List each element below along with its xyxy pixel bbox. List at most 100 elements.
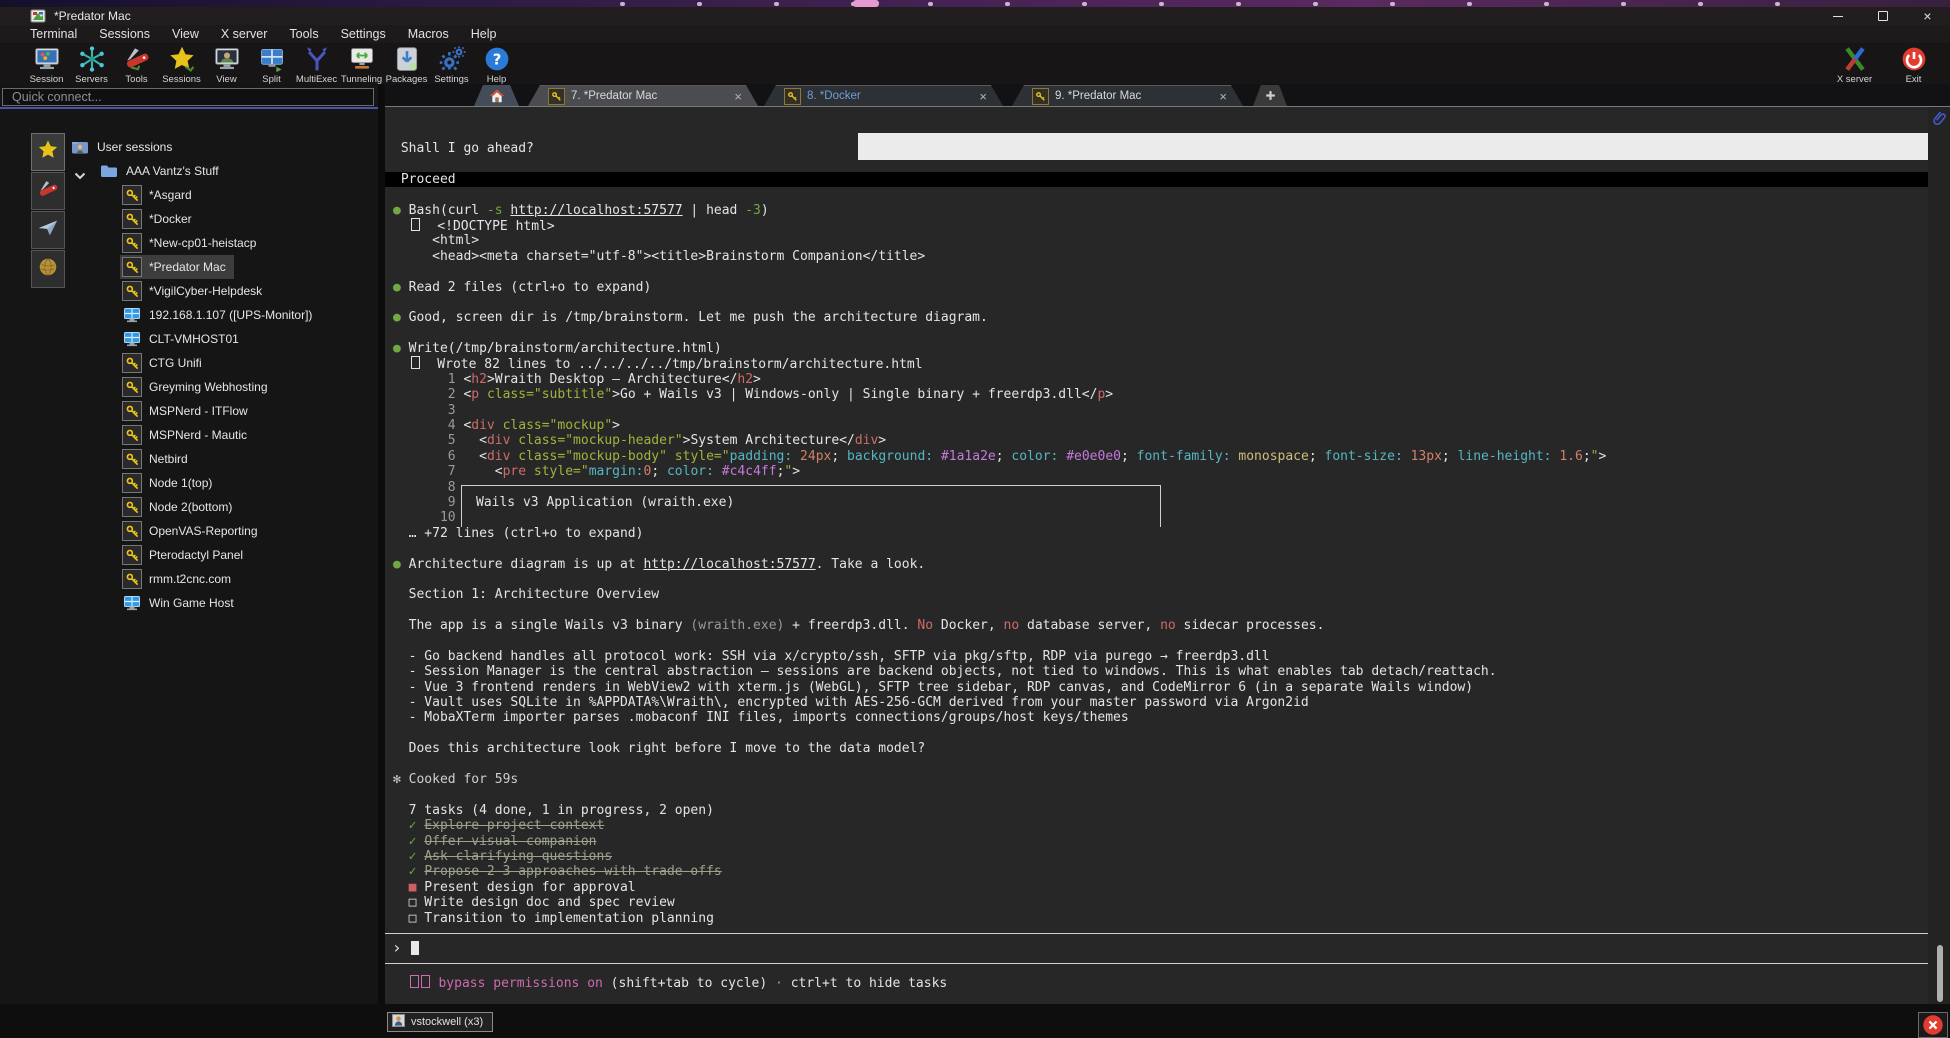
session-label: *Predator Mac (149, 260, 226, 274)
session-item-greyming-webhosting[interactable]: Greyming Webhosting (120, 375, 276, 399)
help-question-icon: ? (483, 44, 511, 73)
taskbar-active-item (853, 0, 879, 7)
session-item-new-cp01-heistacp[interactable]: *New-cp01-heistacp (120, 231, 264, 255)
maximize-button[interactable] (1860, 7, 1905, 25)
session-label: Pterodactyl Panel (149, 548, 243, 562)
menu-macros[interactable]: Macros (408, 27, 449, 41)
menu-help[interactable]: Help (471, 27, 497, 41)
tab-7-predator-mac[interactable]: 7. *Predator Mac× (528, 85, 758, 106)
taskbar-dot (1775, 2, 1780, 6)
session-item-ctg-unifi[interactable]: CTG Unifi (120, 351, 210, 375)
tab-close-icon[interactable]: × (1219, 90, 1227, 103)
session-item-predator-mac[interactable]: *Predator Mac (120, 255, 234, 279)
toolbar-session-button[interactable]: Session (24, 44, 69, 85)
session-label: Greyming Webhosting (149, 380, 268, 394)
session-item-user-sessions[interactable]: User sessions (68, 135, 180, 159)
toolbar-x-server-button[interactable]: X server (1832, 44, 1877, 85)
terminal-line (385, 726, 1928, 741)
tab-9-predator-mac[interactable]: 9. *Predator Mac× (1012, 85, 1243, 106)
session-label: rmm.t2cnc.com (149, 572, 231, 586)
toolbar: SessionServersToolsSessionsViewSplitMult… (0, 43, 1950, 84)
toolbar-view-button[interactable]: View (204, 44, 249, 85)
paperclip-icon[interactable] (1929, 109, 1949, 133)
close-button[interactable]: × (1905, 7, 1950, 25)
tab-close-icon[interactable]: × (734, 90, 742, 103)
toolbar-sessions-button[interactable]: Sessions (159, 44, 204, 85)
session-item-rmm-t2cnc-com[interactable]: rmm.t2cnc.com (120, 567, 239, 591)
settings-gears-icon (438, 44, 466, 73)
menu-view[interactable]: View (172, 27, 199, 41)
session-item-node-2-bottom[interactable]: Node 2(bottom) (120, 495, 240, 519)
terminal-line (385, 326, 1928, 341)
tab-home[interactable] (474, 85, 519, 106)
terminal-line: 1 <h2>Wraith Desktop — Architecture</h2> (385, 372, 1928, 387)
terminal-line: □ Write design doc and spec review (385, 895, 1928, 910)
menu-settings[interactable]: Settings (341, 27, 386, 41)
menu-sessions[interactable]: Sessions (99, 27, 150, 41)
servers-network-icon (78, 44, 106, 73)
session-label: *Docker (149, 212, 192, 226)
toolbar-split-button[interactable]: Split (249, 44, 294, 85)
quick-connect-input[interactable] (2, 88, 374, 106)
key-icon (122, 521, 142, 541)
kill-terminal-button[interactable] (1918, 1012, 1948, 1038)
session-item-node-1-top[interactable]: Node 1(top) (120, 471, 220, 495)
toolbar-servers-button[interactable]: Servers (69, 44, 114, 85)
session-label: MSPNerd - Mautic (149, 428, 247, 442)
terminal-line: □ Transition to implementation planning (385, 911, 1928, 926)
terminal-line: - MobaXTerm importer parses .mobaconf IN… (385, 710, 1928, 725)
scrollbar-thumb[interactable] (1937, 945, 1943, 1002)
tunneling-arrows-icon (348, 44, 376, 73)
menu-terminal[interactable]: Terminal (30, 27, 77, 41)
session-item-pterodactyl-panel[interactable]: Pterodactyl Panel (120, 543, 251, 567)
user-icon (392, 1014, 405, 1030)
session-user-button[interactable]: vstockwell (x3) (387, 1012, 493, 1032)
toolbar-help-button[interactable]: ?Help (474, 44, 519, 85)
session-label: Node 2(bottom) (149, 500, 232, 514)
menu-x-server[interactable]: X server (221, 27, 268, 41)
terminal-line: 7 <pre style="margin:0; color: #c4c4ff;"… (385, 464, 1928, 479)
terminal-line: 7 tasks (4 done, 1 in progress, 2 open) (385, 803, 1928, 818)
menu-tools[interactable]: Tools (289, 27, 318, 41)
session-item-aaa-vantz-s-stuff[interactable]: AAA Vantz's Stuff (97, 159, 227, 183)
terminal-line: - Vault uses SQLite in %APPDATA%\Wraith\… (385, 695, 1928, 710)
session-item-win-game-host[interactable]: Win Game Host (120, 591, 242, 615)
toolbar-exit-button[interactable]: Exit (1891, 44, 1936, 85)
terminal[interactable]: Shall I go ahead? Proceed ● Bash(curl -s… (385, 107, 1928, 1004)
view-user-icon (213, 44, 241, 73)
toolbar-packages-button[interactable]: Packages (384, 44, 429, 85)
key-icon (122, 281, 142, 301)
session-label: Win Game Host (149, 596, 234, 610)
toolbar-multiexec-button[interactable]: MultiExec (294, 44, 339, 85)
session-item-vigilcyber-helpdesk[interactable]: *VigilCyber-Helpdesk (120, 279, 270, 303)
toolbar-tools-button[interactable]: Tools (114, 44, 159, 85)
chevron-down-icon[interactable] (74, 167, 86, 175)
prompt-input-box[interactable]: › (385, 933, 1928, 964)
tab-8-docker[interactable]: 8. *Docker× (764, 85, 1003, 106)
sessions-sidebar: User sessionsAAA Vantz's Stuff*Asgard *Do… (0, 84, 378, 1004)
session-item-192-168-1-107-ups-monitor[interactable]: 192.168.1.107 ([UPS-Monitor]) (120, 303, 320, 327)
sidebar-accent-line (0, 107, 378, 109)
mobaxterm-window: *Predator Mac × TerminalSessionsViewX se… (0, 0, 1950, 1038)
terminal-line: Does this architecture look right before… (385, 741, 1928, 756)
minimize-button[interactable] (1815, 7, 1860, 25)
tab-close-icon[interactable]: × (979, 90, 987, 103)
session-item-mspnerd-mautic[interactable]: MSPNerd - Mautic (120, 423, 255, 447)
toolbar-tunneling-button[interactable]: Tunneling (339, 44, 384, 85)
session-item-asgard[interactable]: *Asgard (120, 183, 200, 207)
user-sessions-folder-icon (70, 137, 90, 157)
key-icon (122, 569, 142, 589)
session-item-netbird[interactable]: Netbird (120, 447, 196, 471)
terminal-line: ✓ Offer visual companion (385, 834, 1928, 849)
ascii-diagram-box: Wails v3 Application (wraith.exe) (461, 485, 1161, 527)
key-icon (122, 545, 142, 565)
session-item-openvas-reporting[interactable]: OpenVAS-Reporting (120, 519, 266, 543)
terminal-line (385, 187, 1928, 202)
session-item-clt-vmhost01[interactable]: CLT-VMHOST01 (120, 327, 247, 351)
toolbar-settings-button[interactable]: Settings (429, 44, 474, 85)
terminal-line: 5 <div class="mockup-header">System Arch… (385, 433, 1928, 448)
packages-box-icon (393, 44, 421, 73)
new-tab-button[interactable] (1253, 85, 1287, 106)
session-item-mspnerd-itflow[interactable]: MSPNerd - ITFlow (120, 399, 256, 423)
session-item-docker[interactable]: *Docker (120, 207, 200, 231)
